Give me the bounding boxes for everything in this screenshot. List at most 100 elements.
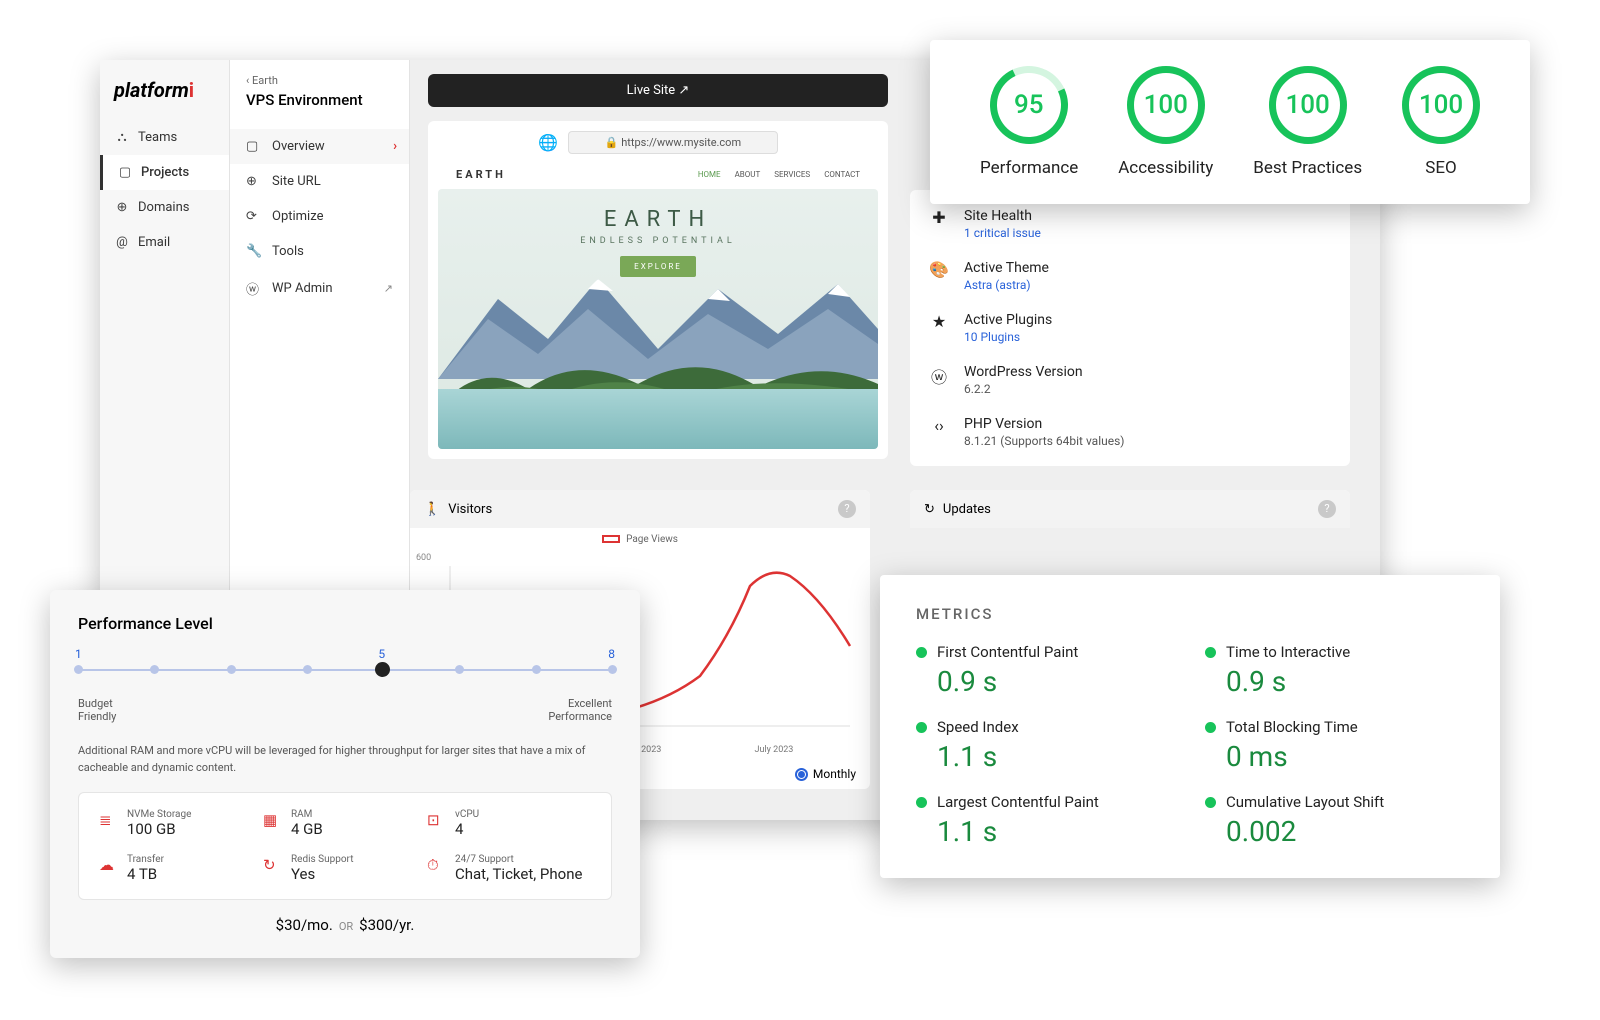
updates-title: Updates <box>943 502 991 517</box>
nav-domains[interactable]: ⊕ Domains <box>100 190 229 225</box>
status-dot-icon <box>916 647 927 658</box>
slider-min: 1 <box>75 647 82 661</box>
monthly-radio[interactable]: Monthly <box>795 767 856 781</box>
metric-value: 1.1 s <box>937 740 1175 773</box>
subnav-optimize[interactable]: ⟳Optimize <box>230 199 409 234</box>
score-performance: 95Performance <box>980 66 1078 178</box>
live-site-button[interactable]: Live Site ↗ <box>428 74 888 107</box>
person-icon: 🚶 <box>424 502 440 517</box>
url-bar[interactable]: 🔒 https://www.mysite.com <box>568 131 778 154</box>
slider-left-label: Budget Friendly <box>78 697 158 723</box>
subnav-label: WP Admin <box>272 281 333 296</box>
metric-speed-index: Speed Index 1.1 s <box>916 718 1175 773</box>
slider-tick <box>74 665 83 674</box>
subnav-overview[interactable]: ▢ Overview <box>230 129 409 164</box>
spec-icon: ⏱ <box>427 856 445 874</box>
metric-key: Total Blocking Time <box>1205 718 1464 736</box>
site-link-home[interactable]: HOME <box>698 170 721 179</box>
slider-cur: 5 <box>378 647 385 661</box>
site-link-services[interactable]: SERVICES <box>774 170 810 179</box>
icon: 🔧 <box>246 244 262 259</box>
info-value[interactable]: 1 critical issue <box>964 226 1041 240</box>
metric-cumulative-layout-shift: Cumulative Layout Shift0.002 <box>1205 793 1464 848</box>
spec-vcpu: ⊡vCPU4 <box>427 809 591 838</box>
score-seo: 100 SEO <box>1402 66 1480 178</box>
projects-icon: ▢ <box>117 165 133 180</box>
nav-label: Domains <box>138 200 189 215</box>
metric-value: 1.1 s <box>937 815 1175 848</box>
slider-tick <box>455 665 464 674</box>
metric-total-blocking-time: Total Blocking Time 0 ms <box>1205 718 1464 773</box>
spec--support: ⏱ 24/7 SupportChat, Ticket, Phone <box>427 854 591 883</box>
score-ring: 100 <box>1127 66 1205 144</box>
info-value: 6.2.2 <box>964 382 1083 396</box>
explore-button[interactable]: EXPLORE <box>620 256 696 277</box>
perf-slider[interactable]: 1 5 8 <box>78 651 612 691</box>
price-row: $30/mo.OR$300/yr. <box>78 900 612 934</box>
spec-key: 24/7 Support <box>455 854 582 865</box>
metric-value: 0 ms <box>1226 740 1464 773</box>
chart-legend: Page Views <box>410 528 870 551</box>
score-accessibility: 100 Accessibility <box>1118 66 1213 178</box>
nav-projects[interactable]: ▢ Projects <box>100 155 229 190</box>
status-dot-icon <box>916 797 927 808</box>
site-brand: EARTH <box>456 168 506 181</box>
spec-key: RAM <box>291 809 323 820</box>
help-icon[interactable]: ? <box>1318 500 1336 518</box>
status-dot-icon <box>1205 722 1216 733</box>
lighthouse-scores: 95Performance100Accessibility100Best Pra… <box>930 40 1530 204</box>
nav-email[interactable]: @ Email <box>100 225 229 260</box>
icon: ⟳ <box>246 209 262 224</box>
spec-key: NVMe Storage <box>127 809 191 820</box>
subnav-label: Overview <box>272 139 325 154</box>
nav-teams[interactable]: ⛬Teams <box>100 120 229 155</box>
spec-value: 4 GB <box>291 820 323 838</box>
info-label: Active Plugins <box>964 312 1052 328</box>
slider-thumb[interactable] <box>375 662 390 677</box>
spec-key: vCPU <box>455 809 479 820</box>
info-label: WordPress Version <box>964 364 1083 380</box>
info-value: 8.1.21 (Supports 64bit values) <box>964 434 1124 448</box>
score-label: SEO <box>1402 158 1480 178</box>
subnav-tools[interactable]: 🔧Tools <box>230 234 409 269</box>
perf-desc: Additional RAM and more vCPU will be lev… <box>78 743 612 776</box>
subnav-label: Site URL <box>272 174 321 189</box>
spec-icon: ▦ <box>263 811 281 829</box>
help-icon[interactable]: ? <box>838 500 856 518</box>
hero-image: EARTH ENDLESS POTENTIAL EXPLORE <box>438 189 878 449</box>
email-icon: @ <box>114 235 130 250</box>
site-preview: 🌐 🔒 https://www.mysite.com EARTH HOME ABO… <box>428 121 888 459</box>
spec-icon: ☁ <box>99 856 117 874</box>
env-title: VPS Environment <box>246 91 393 109</box>
status-dot-icon <box>916 722 927 733</box>
metric-value: 0.9 s <box>937 665 1175 698</box>
info-label: Site Health <box>964 208 1041 224</box>
info-value[interactable]: Astra (astra) <box>964 278 1049 292</box>
breadcrumb[interactable]: ‹ Earth <box>246 74 393 87</box>
score-ring: 100 <box>1402 66 1480 144</box>
metric-key: Speed Index <box>916 718 1175 736</box>
logo: platformi <box>100 60 229 120</box>
slider-max: 8 <box>608 647 615 661</box>
score-ring: 100 <box>1269 66 1347 144</box>
info-icon: 🎨 <box>928 260 950 279</box>
subnav-site-url[interactable]: ⊕Site URL <box>230 164 409 199</box>
subnav-wp-admin[interactable]: ⓦWP Admin↗ <box>230 269 409 308</box>
spec-key: Redis Support <box>291 854 353 865</box>
spec-transfer: ☁Transfer4 TB <box>99 854 263 883</box>
nav-label: Projects <box>141 165 189 180</box>
score-label: Accessibility <box>1118 158 1213 178</box>
info-value[interactable]: 10 Plugins <box>964 330 1052 344</box>
spec-value: Chat, Ticket, Phone <box>455 865 582 883</box>
info-icon: ⓦ <box>928 364 950 388</box>
globe-icon: 🌐 <box>538 133 558 152</box>
domains-icon: ⊕ <box>114 200 130 215</box>
site-link-about[interactable]: ABOUT <box>735 170 761 179</box>
metric-key: Cumulative Layout Shift <box>1205 793 1464 811</box>
nav-label: Email <box>138 235 170 250</box>
metric-largest-contentful-paint: Largest Contentful Paint1.1 s <box>916 793 1175 848</box>
site-link-contact[interactable]: CONTACT <box>824 170 860 179</box>
icon: ▢ <box>246 139 262 154</box>
score-label: Performance <box>980 158 1078 178</box>
x-axis-label: July 2023 <box>755 745 794 755</box>
